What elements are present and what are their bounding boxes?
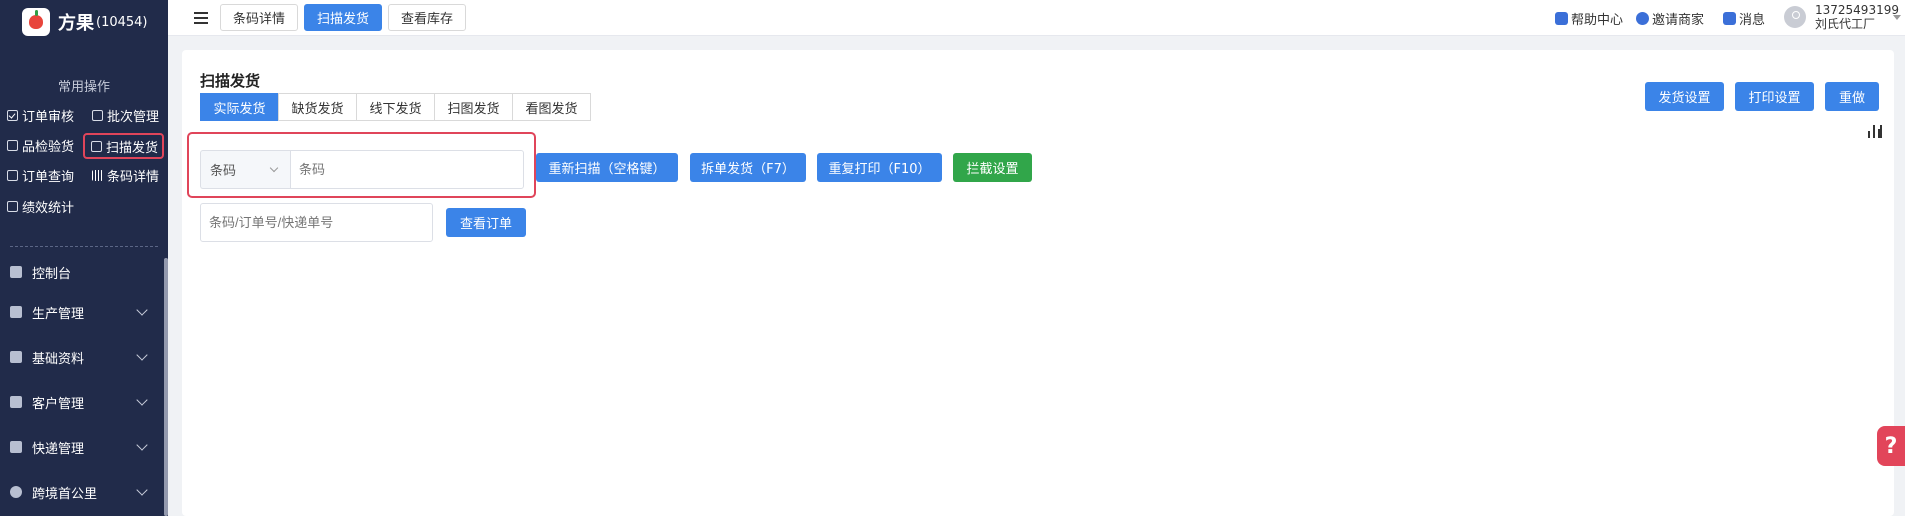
dashboard-icon xyxy=(10,266,22,278)
subtab-shortage-ship[interactable]: 缺货发货 xyxy=(278,93,357,121)
quick-op-label: 扫描发货 xyxy=(106,140,159,156)
print-settings-button[interactable]: 打印设置 xyxy=(1735,82,1814,111)
customer-icon xyxy=(10,396,22,408)
nav-label: 跨境首公里 xyxy=(32,486,98,502)
nav-customers[interactable]: 客户管理 xyxy=(0,382,168,422)
invite-label: 邀请商家 xyxy=(1652,13,1705,28)
view-order-button[interactable]: 查看订单 xyxy=(446,208,526,237)
chevron-down-icon xyxy=(136,394,148,406)
nav-label: 快递管理 xyxy=(32,441,85,457)
nav-label: 基础资料 xyxy=(32,351,85,367)
quick-op-label: 批次管理 xyxy=(107,109,160,125)
tab-scan-ship[interactable]: 扫描发货 xyxy=(304,4,382,31)
chevron-down-icon xyxy=(136,304,148,316)
chevron-down-icon xyxy=(136,349,148,361)
nav-dashboard[interactable]: 控制台 xyxy=(0,252,168,292)
tab-view-inventory[interactable]: 查看库存 xyxy=(388,4,466,31)
quick-op-batch-management[interactable]: 批次管理 xyxy=(92,104,159,126)
apple-logo-icon xyxy=(22,8,50,36)
nav-label: 控制台 xyxy=(32,266,72,282)
stats-icon xyxy=(7,200,18,212)
avatar[interactable] xyxy=(1784,6,1806,28)
help-center-link[interactable]: 帮助中心 xyxy=(1555,9,1623,28)
scan-type-select[interactable]: 条码 xyxy=(200,150,291,189)
help-icon xyxy=(1555,12,1568,25)
subtab-view-image-ship[interactable]: 看图发货 xyxy=(512,93,591,121)
ship-settings-button[interactable]: 发货设置 xyxy=(1645,82,1724,111)
subtab-actual-ship[interactable]: 实际发货 xyxy=(200,93,279,121)
reprint-button[interactable]: 重复打印（F10） xyxy=(817,153,942,182)
floating-help-icon[interactable]: ? xyxy=(1877,426,1905,466)
search-doc-icon xyxy=(7,169,18,181)
chevron-down-icon xyxy=(136,484,148,496)
inspect-icon xyxy=(7,139,18,151)
chevron-down-icon xyxy=(269,163,279,173)
quick-op-label: 条码详情 xyxy=(107,169,160,185)
message-icon xyxy=(1723,12,1736,25)
nav-express[interactable]: 快递管理 xyxy=(0,427,168,467)
batch-icon xyxy=(92,109,103,121)
subtab-scan-image-ship[interactable]: 扫图发货 xyxy=(434,93,513,121)
scan-input[interactable] xyxy=(290,150,524,189)
user-phone: 13725493199 xyxy=(1815,3,1899,17)
order-query-input[interactable] xyxy=(200,203,433,242)
help-label: 帮助中心 xyxy=(1571,13,1624,28)
invite-merchant-link[interactable]: 邀请商家 xyxy=(1636,9,1704,28)
quick-op-quality-inspection[interactable]: 品检验货 xyxy=(7,134,74,156)
intercept-settings-button[interactable]: 拦截设置 xyxy=(953,153,1032,182)
caret-down-icon[interactable] xyxy=(1893,15,1901,20)
message-label: 消息 xyxy=(1739,13,1766,28)
nav-label: 生产管理 xyxy=(32,306,85,322)
subtab-offline-ship[interactable]: 线下发货 xyxy=(356,93,435,121)
rescan-button[interactable]: 重新扫描（空格键） xyxy=(536,153,678,182)
scan-type-value: 条码 xyxy=(210,164,237,179)
common-ops-title: 常用操作 xyxy=(57,80,110,95)
sidebar-divider xyxy=(10,246,158,247)
chevron-down-icon xyxy=(136,439,148,451)
page-title: 扫描发货 xyxy=(200,72,261,90)
app-name: 方果 xyxy=(58,13,94,34)
globe-icon xyxy=(10,486,22,498)
user-add-icon xyxy=(1636,12,1649,25)
tab-barcode-detail[interactable]: 条码详情 xyxy=(220,4,298,31)
redo-button[interactable]: 重做 xyxy=(1825,82,1879,111)
app-account-id: (10454) xyxy=(96,14,148,30)
quick-op-performance-stats[interactable]: 绩效统计 xyxy=(7,195,74,217)
quick-op-scan-ship[interactable]: 扫描发货 xyxy=(83,133,165,159)
nav-basic-data[interactable]: 基础资料 xyxy=(0,337,168,377)
user-info[interactable]: 13725493199 刘氏代工厂 xyxy=(1815,3,1899,31)
sidebar: 方果 (10454) 常用操作 订单审核 批次管理 品检验货 扫描发货 订单查询… xyxy=(0,0,168,516)
nav-production[interactable]: 生产管理 xyxy=(0,292,168,332)
production-icon xyxy=(10,306,22,318)
quick-op-label: 订单查询 xyxy=(22,169,75,185)
nav-label: 客户管理 xyxy=(32,396,85,412)
user-company: 刘氏代工厂 xyxy=(1815,17,1876,31)
split-ship-button[interactable]: 拆单发货（F7） xyxy=(690,153,806,182)
express-icon xyxy=(10,441,22,453)
menu-toggle-icon[interactable] xyxy=(194,12,208,24)
app-logo[interactable]: 方果 (10454) xyxy=(0,0,168,44)
quick-op-label: 订单审核 xyxy=(22,109,75,125)
bar-chart-icon[interactable] xyxy=(1868,125,1882,138)
quick-op-order-review[interactable]: 订单审核 xyxy=(7,104,74,126)
database-icon xyxy=(10,351,22,363)
messages-link[interactable]: 消息 xyxy=(1723,9,1765,28)
quick-op-label: 绩效统计 xyxy=(22,200,75,216)
quick-op-label: 品检验货 xyxy=(22,139,75,155)
check-square-icon xyxy=(7,109,18,121)
sidebar-scrollbar[interactable] xyxy=(164,258,168,516)
nav-cross-border[interactable]: 跨境首公里 xyxy=(0,472,168,512)
quick-op-order-query[interactable]: 订单查询 xyxy=(7,164,74,186)
scan-icon xyxy=(91,140,102,152)
top-bar: 条码详情 扫描发货 查看库存 帮助中心 邀请商家 消息 xyxy=(168,0,1905,36)
quick-op-barcode-detail[interactable]: 条码详情 xyxy=(92,164,159,186)
barcode-icon xyxy=(92,169,103,181)
